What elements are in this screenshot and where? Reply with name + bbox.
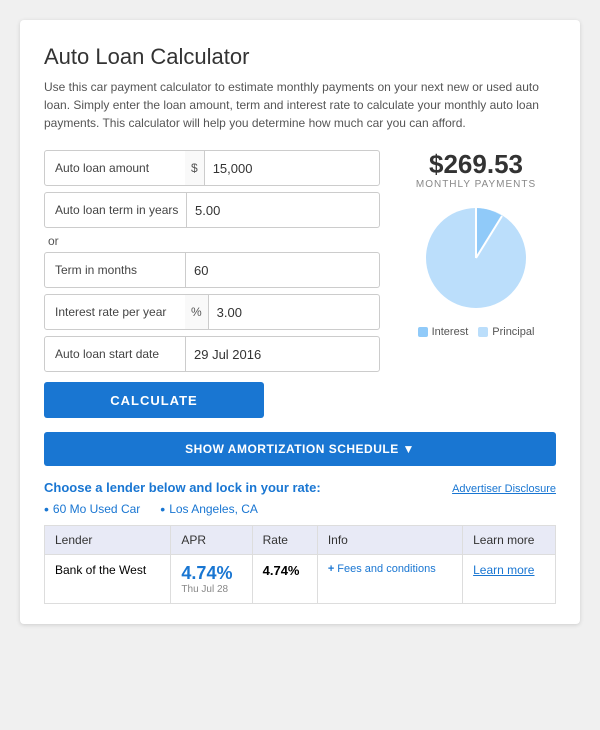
form-section: Auto loan amount $ Auto loan term in yea… (44, 150, 380, 418)
lender-apr-date: Thu Jul 28 (181, 584, 241, 595)
term-months-label: Term in months (45, 263, 185, 277)
fees-and-conditions-link[interactable]: + Fees and conditions (328, 563, 452, 575)
pie-legend: Interest Principal (418, 326, 535, 338)
table-row: Bank of the West 4.74% Thu Jul 28 4.74% … (45, 555, 556, 604)
principal-legend-label: Principal (492, 326, 534, 338)
lender-name: Bank of the West (55, 563, 146, 577)
fees-link-label: Fees and conditions (337, 563, 435, 575)
interest-rate-label: Interest rate per year (45, 305, 185, 319)
col-learn-more: Learn more (463, 526, 556, 555)
lender-table: Lender APR Rate Info Learn more Bank of … (44, 525, 556, 604)
interest-legend-label: Interest (432, 326, 469, 338)
filter-location[interactable]: • Los Angeles, CA (160, 501, 258, 517)
page-description: Use this car payment calculator to estim… (44, 78, 556, 132)
interest-legend-dot (418, 327, 428, 337)
col-lender: Lender (45, 526, 171, 555)
filter-bullet-1: • (44, 501, 49, 517)
loan-term-years-label: Auto loan term in years (45, 203, 186, 217)
pie-chart (416, 198, 536, 318)
monthly-amount: $269.53 (429, 150, 523, 179)
lender-rate-cell: 4.74% (252, 555, 317, 604)
monthly-label: MONTHLY PAYMENTS (416, 179, 536, 190)
main-layout: Auto loan amount $ Auto loan term in yea… (44, 150, 556, 418)
loan-amount-label: Auto loan amount (45, 161, 185, 175)
lender-name-cell: Bank of the West (45, 555, 171, 604)
filter-car-type-label: 60 Mo Used Car (53, 502, 140, 516)
advertiser-disclosure-link[interactable]: Advertiser Disclosure (452, 483, 556, 495)
interest-rate-input[interactable] (209, 295, 380, 329)
page-title: Auto Loan Calculator (44, 44, 556, 70)
fees-plus-icon: + (328, 563, 334, 575)
lender-rate-value: 4.74% (263, 563, 300, 578)
loan-term-years-input[interactable] (187, 193, 379, 227)
calculate-button[interactable]: CALCULATE (44, 382, 264, 418)
principal-legend-item: Principal (478, 326, 534, 338)
lender-header-row: Choose a lender below and lock in your r… (44, 480, 556, 495)
loan-amount-row: Auto loan amount $ (44, 150, 380, 186)
loan-amount-input[interactable] (205, 151, 380, 185)
interest-rate-row: Interest rate per year % TODAY'S RATES (44, 294, 380, 330)
filter-bullet-2: • (160, 501, 165, 517)
table-header-row: Lender APR Rate Info Learn more (45, 526, 556, 555)
lender-filters: • 60 Mo Used Car • Los Angeles, CA (44, 501, 556, 517)
lender-info-cell: + Fees and conditions (317, 555, 462, 604)
learn-more-link[interactable]: Learn more (473, 563, 534, 577)
filter-location-label: Los Angeles, CA (169, 502, 258, 516)
principal-legend-dot (478, 327, 488, 337)
start-date-row: Auto loan start date (44, 336, 380, 372)
term-months-input[interactable] (186, 253, 379, 287)
dollar-prefix: $ (185, 151, 205, 185)
start-date-input[interactable] (186, 337, 379, 371)
amortization-schedule-button[interactable]: SHOW AMORTIZATION SCHEDULE ▼ (44, 432, 556, 466)
col-info: Info (317, 526, 462, 555)
col-rate: Rate (252, 526, 317, 555)
filter-car-type[interactable]: • 60 Mo Used Car (44, 501, 140, 517)
start-date-label: Auto loan start date (45, 347, 185, 361)
term-months-row: Term in months (44, 252, 380, 288)
col-apr: APR (171, 526, 252, 555)
lender-apr-value: 4.74% (181, 563, 241, 584)
chart-section: $269.53 MONTHLY PAYMENTS Interest (396, 150, 556, 418)
lenders-section: Choose a lender below and lock in your r… (44, 480, 556, 604)
lender-learn-more-cell: Learn more (463, 555, 556, 604)
loan-term-years-row: Auto loan term in years (44, 192, 380, 228)
or-text: or (48, 234, 380, 248)
lender-apr-cell: 4.74% Thu Jul 28 (171, 555, 252, 604)
calculator-card: Auto Loan Calculator Use this car paymen… (20, 20, 580, 624)
interest-legend-item: Interest (418, 326, 469, 338)
percent-prefix: % (185, 295, 209, 329)
lender-section-title: Choose a lender below and lock in your r… (44, 480, 321, 495)
